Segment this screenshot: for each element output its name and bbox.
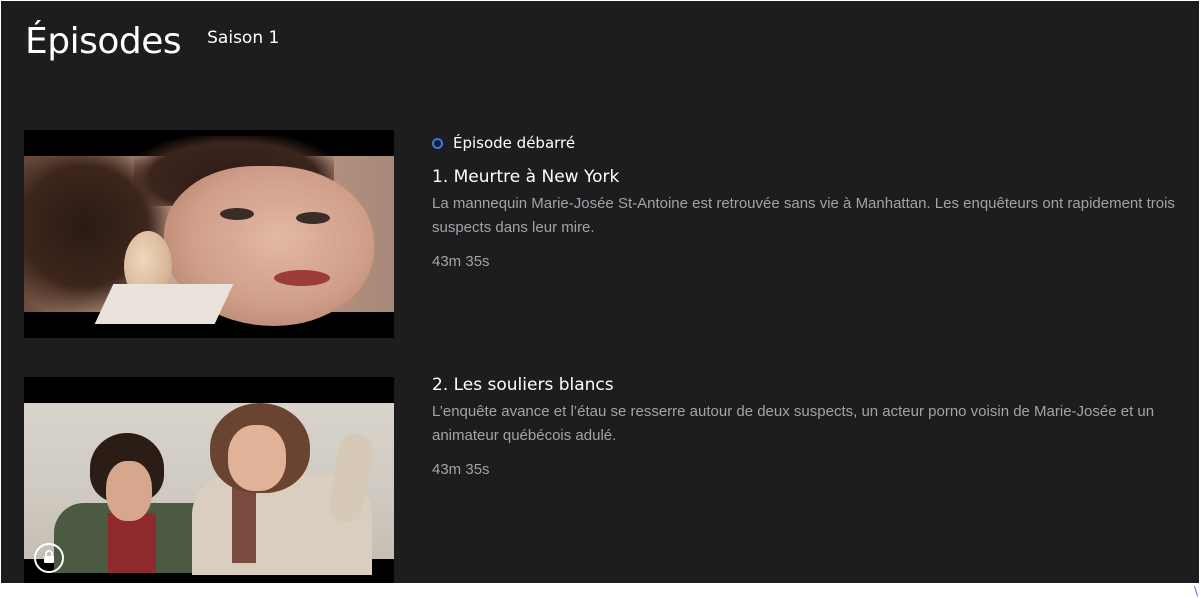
- episode-item[interactable]: 2. Les souliers blancs L’enquête avance …: [24, 374, 1184, 583]
- episode-description: La mannequin Marie-Josée St-Antoine est …: [432, 195, 1175, 236]
- page-title: Épisodes: [25, 21, 182, 62]
- episode-title[interactable]: 1. Meurtre à New York: [432, 166, 1182, 188]
- episode-thumbnail-image: [24, 403, 394, 575]
- episodes-panel: Épisodes Saison 1 Épisode débarré 1. Meu…: [1, 1, 1199, 583]
- unlocked-badge: Épisode débarré: [432, 133, 1182, 153]
- episode-description: L’enquête avance et l’étau se resserre a…: [432, 403, 1155, 444]
- episodes-header: Épisodes Saison 1: [25, 21, 279, 62]
- episode-duration: 43m 35s: [432, 253, 490, 270]
- episode-info: 2. Les souliers blancs L’enquête avance …: [432, 374, 1182, 478]
- episode-thumbnail-image: [24, 136, 394, 326]
- unlocked-badge-label: Épisode débarré: [453, 134, 576, 152]
- lock-icon: [34, 543, 64, 573]
- episode-duration: 43m 35s: [432, 461, 490, 478]
- episode-item[interactable]: Épisode débarré 1. Meurtre à New York La…: [24, 130, 1184, 340]
- corner-link[interactable]: \: [1194, 584, 1198, 598]
- radio-dot-icon: [432, 137, 443, 149]
- episode-thumbnail[interactable]: [24, 130, 394, 338]
- episode-title[interactable]: 2. Les souliers blancs: [432, 374, 1182, 396]
- season-selector[interactable]: Saison 1: [207, 28, 279, 48]
- episode-info: Épisode débarré 1. Meurtre à New York La…: [432, 130, 1182, 270]
- episode-thumbnail[interactable]: [24, 377, 394, 583]
